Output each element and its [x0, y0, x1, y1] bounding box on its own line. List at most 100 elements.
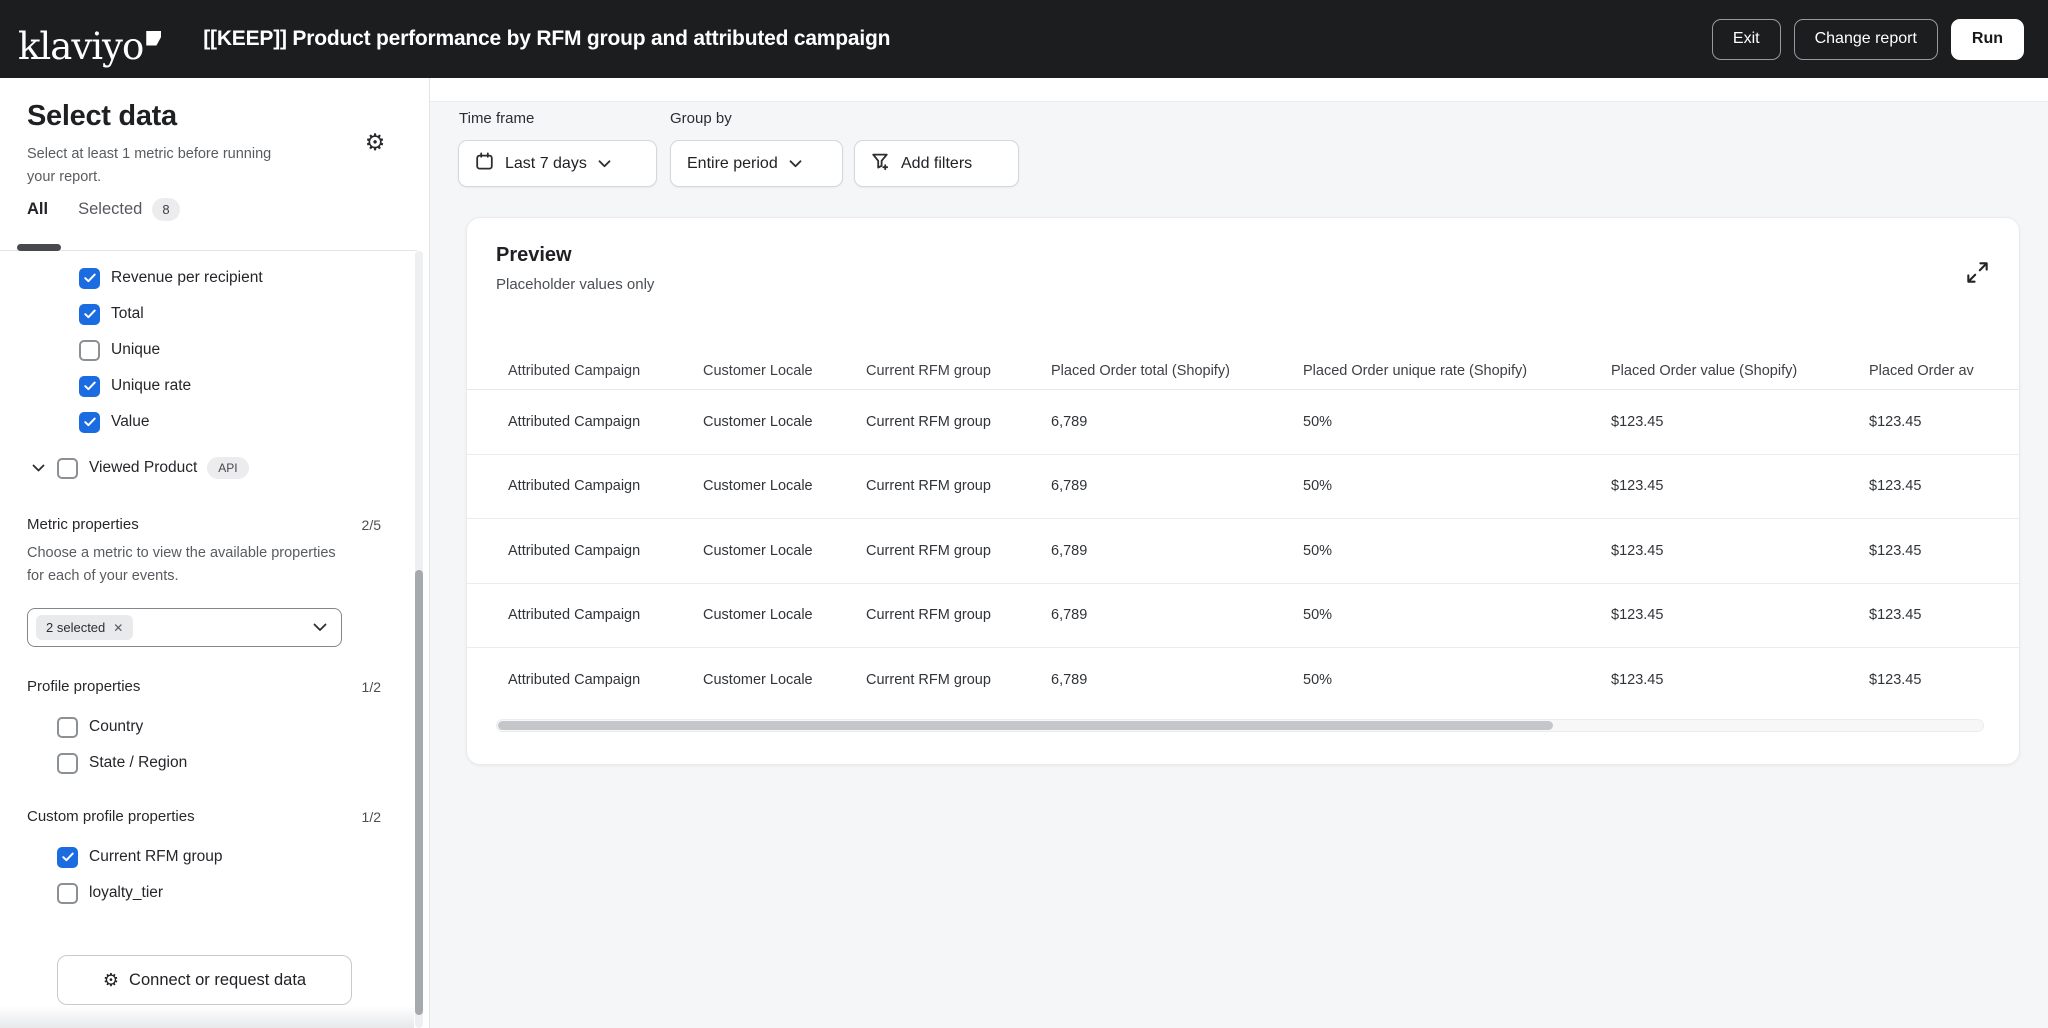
column-header: Attributed Campaign	[508, 363, 703, 379]
table-cell: 6,789	[1051, 672, 1303, 688]
viewed-product-checkbox[interactable]	[57, 458, 78, 479]
table-row: Attributed CampaignCustomer LocaleCurren…	[467, 518, 2019, 583]
viewed-product-row: Viewed Product API	[27, 450, 385, 486]
filter-funnel-icon	[871, 152, 890, 176]
table-cell: $123.45	[1869, 672, 2019, 688]
checkbox-label: Country	[89, 718, 143, 736]
table-cell: $123.45	[1869, 478, 2019, 494]
connect-button-label: Connect or request data	[129, 971, 306, 990]
preview-table: Attributed CampaignCustomer LocaleCurren…	[467, 353, 2019, 712]
tab-selected[interactable]: Selected 8	[78, 198, 179, 221]
checkbox[interactable]	[57, 753, 78, 774]
checkbox-label: Unique	[111, 341, 160, 359]
table-cell: Attributed Campaign	[508, 543, 703, 559]
table-cell: Current RFM group	[866, 478, 1051, 494]
profile-properties-list: Country State / Region	[27, 709, 385, 781]
time-frame-dropdown[interactable]: Last 7 days	[458, 140, 657, 187]
checkbox-row: loyalty_tier	[27, 875, 385, 911]
table-cell: 6,789	[1051, 478, 1303, 494]
add-filters-button[interactable]: Add filters	[854, 140, 1019, 187]
table-cell: Current RFM group	[866, 672, 1051, 688]
topbar-actions: Exit Change report Run	[1712, 19, 2024, 60]
table-cell: 6,789	[1051, 543, 1303, 559]
table-cell: 50%	[1303, 543, 1611, 559]
table-cell: $123.45	[1611, 672, 1869, 688]
chip-remove-icon[interactable]: ✕	[113, 621, 123, 635]
checkbox[interactable]	[79, 412, 100, 433]
column-header: Current RFM group	[866, 363, 1051, 379]
run-button[interactable]: Run	[1951, 19, 2024, 60]
table-cell: Customer Locale	[703, 543, 866, 559]
horizontal-scrollbar-thumb[interactable]	[498, 721, 1553, 730]
table-cell: $123.45	[1869, 543, 2019, 559]
sidebar-scrollbar-thumb[interactable]	[415, 570, 423, 1015]
change-report-button[interactable]: Change report	[1794, 19, 1938, 60]
checkbox[interactable]	[79, 340, 100, 361]
checkbox-row: Revenue per recipient	[27, 260, 385, 296]
horizontal-scrollbar-track[interactable]	[496, 719, 1984, 732]
table-body: Attributed CampaignCustomer LocaleCurren…	[467, 389, 2019, 712]
group-by-value: Entire period	[687, 155, 778, 173]
expand-icon[interactable]	[1963, 260, 1991, 288]
time-frame-value: Last 7 days	[505, 155, 587, 173]
table-cell: Customer Locale	[703, 672, 866, 688]
gear-icon: ⚙	[103, 971, 119, 989]
column-header: Placed Order value (Shopify)	[1611, 363, 1869, 379]
metric-properties-select[interactable]: 2 selected ✕	[27, 608, 342, 647]
tab-all[interactable]: All	[27, 200, 48, 219]
settings-gear-icon[interactable]: ⚙	[361, 128, 389, 156]
column-header: Placed Order total (Shopify)	[1051, 363, 1303, 379]
checkbox[interactable]	[57, 883, 78, 904]
report-title: [[KEEP]] Product performance by RFM grou…	[203, 27, 890, 51]
preview-card: Preview Placeholder values only Attribut…	[466, 217, 2020, 765]
checkbox[interactable]	[79, 268, 100, 289]
table-cell: Current RFM group	[866, 414, 1051, 430]
table-cell: 50%	[1303, 607, 1611, 623]
checkbox-label: Total	[111, 305, 144, 323]
connect-or-request-data-button[interactable]: ⚙ Connect or request data	[57, 955, 352, 1005]
table-cell: Current RFM group	[866, 543, 1051, 559]
checkbox-label: Current RFM group	[89, 848, 223, 866]
checkbox-label: loyalty_tier	[89, 884, 163, 902]
metric-properties-count: 2/5	[362, 517, 381, 533]
selected-count-badge: 8	[152, 198, 179, 221]
group-by-label: Group by	[670, 110, 732, 127]
body: Select data ⚙ Select at least 1 metric b…	[0, 78, 2048, 1028]
checkbox-row: Country	[27, 709, 385, 745]
checkbox-row: Value	[27, 404, 385, 440]
checkbox[interactable]	[79, 376, 100, 397]
chevron-down-icon	[598, 160, 611, 168]
table-cell: Current RFM group	[866, 607, 1051, 623]
checkbox-label: Value	[111, 413, 150, 431]
checkbox[interactable]	[57, 717, 78, 738]
table-row: Attributed CampaignCustomer LocaleCurren…	[467, 647, 2019, 712]
select-data-panel: Select data ⚙ Select at least 1 metric b…	[0, 78, 430, 1028]
checkbox-row: Unique rate	[27, 368, 385, 404]
table-cell: $123.45	[1611, 543, 1869, 559]
group-by-dropdown[interactable]: Entire period	[670, 140, 843, 187]
panel-subtitle: Select at least 1 metric before running …	[27, 143, 303, 189]
checkbox-label: State / Region	[89, 754, 187, 772]
checkbox[interactable]	[79, 304, 100, 325]
panel-title: Select data	[27, 100, 177, 133]
column-header: Placed Order av	[1869, 363, 2019, 379]
chevron-down-icon[interactable]	[27, 457, 49, 479]
table-header-row: Attributed CampaignCustomer LocaleCurren…	[467, 353, 2019, 389]
checkbox-row: Unique	[27, 332, 385, 368]
selected-chip-label: 2 selected	[46, 620, 105, 635]
preview-title: Preview	[496, 244, 572, 267]
main-top-strip	[430, 78, 2048, 102]
select-chevron-down-icon	[313, 619, 327, 637]
exit-button[interactable]: Exit	[1712, 19, 1781, 60]
column-header: Placed Order unique rate (Shopify)	[1303, 363, 1611, 379]
checkbox-row: Current RFM group	[27, 839, 385, 875]
table-cell: 50%	[1303, 414, 1611, 430]
table-cell: 6,789	[1051, 414, 1303, 430]
column-header: Customer Locale	[703, 363, 866, 379]
table-cell: 50%	[1303, 672, 1611, 688]
metric-properties-heading: Metric properties	[27, 516, 139, 533]
checkbox[interactable]	[57, 847, 78, 868]
sidebar-bottom-fade	[0, 1006, 414, 1028]
profile-properties-count: 1/2	[362, 679, 381, 695]
custom-profile-properties-head: Custom profile properties 1/2	[27, 808, 381, 825]
